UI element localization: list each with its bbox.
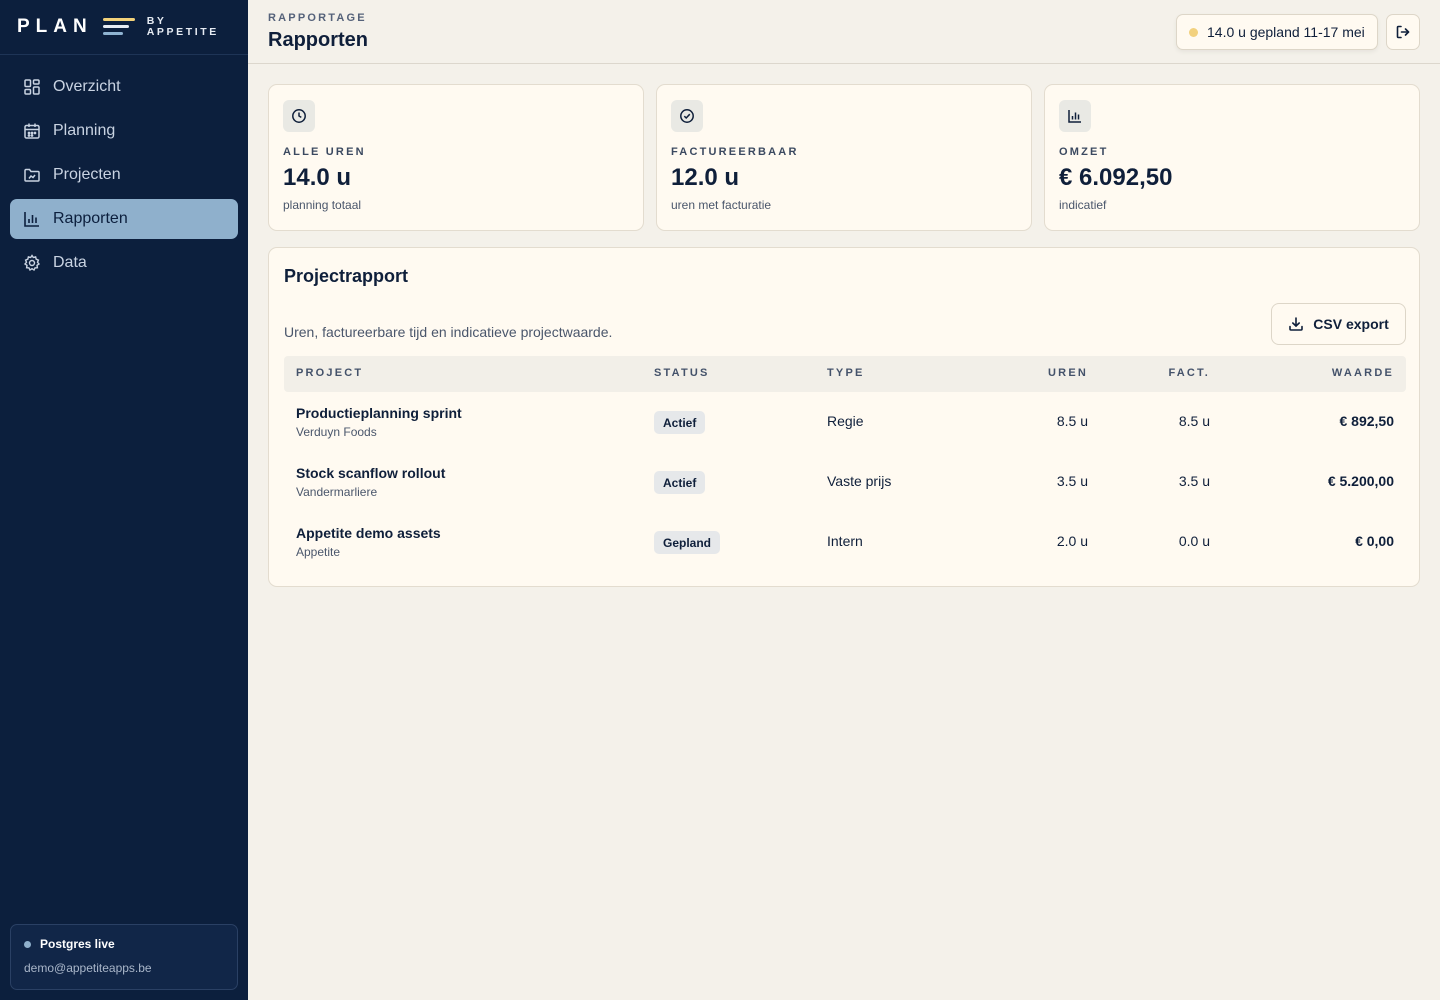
bar-chart-icon [23,210,41,228]
project-name: Stock scanflow rollout [296,465,446,481]
brand-by-line2: APPETITE [146,26,219,38]
stat-label: ALLE UREN [283,146,366,158]
column-header-waarde[interactable]: WAARDE [1332,367,1394,379]
sidebar-item-projecten[interactable]: Projecten [10,155,238,195]
gear-icon [23,254,41,272]
week-dot-icon [1189,27,1198,37]
stat-card-alle-uren: ALLE UREN 14.0 u planning totaal [268,84,644,231]
sidebar-item-overzicht[interactable]: Overzicht [10,67,238,107]
stat-sub: indicatief [1059,198,1107,212]
report-subtitle: Uren, factureerbare tijd en indicatieve … [284,324,613,340]
sidebar-nav: Overzicht Planning Projecten Rapporten D… [0,67,248,283]
project-billable-hours: 0.0 u [1178,533,1210,549]
table-row[interactable]: Productieplanning sprint Verduyn Foods A… [284,392,1406,452]
project-report-panel: Projectrapport Uren, factureerbare tijd … [268,247,1420,587]
project-client: Vandermarliere [296,485,378,499]
grid-icon [23,78,41,96]
project-billable-hours: 3.5 u [1178,473,1210,489]
project-client: Appetite [296,545,341,559]
sidebar-item-rapporten[interactable]: Rapporten [10,199,238,239]
project-client: Verduyn Foods [296,425,377,439]
logout-button[interactable] [1386,14,1420,50]
column-header-project[interactable]: PROJECT [296,367,363,379]
sidebar-item-label: Planning [53,122,116,139]
check-circle-icon [671,100,703,132]
calendar-icon [23,122,41,140]
table-row[interactable]: Appetite demo assets Appetite Gepland In… [284,512,1406,572]
project-value: € 5.200,00 [1327,473,1394,489]
sidebar: PLAN BY APPETITE Overzicht Planning Proj… [0,0,248,1000]
status-badge: Actief [654,411,706,434]
page-header: RAPPORTAGE Rapporten 14.0 u gepland 11-1… [248,0,1440,64]
project-hours: 8.5 u [1056,413,1088,429]
project-type: Intern [827,533,863,549]
stat-sub: uren met facturatie [671,198,772,212]
stat-label: OMZET [1059,146,1109,158]
project-name: Productieplanning sprint [296,405,462,421]
project-value: € 892,50 [1339,413,1395,429]
sidebar-item-label: Overzicht [53,78,121,95]
brand-by-text: BY APPETITE [147,16,219,38]
stat-label: FACTUREERBAAR [671,146,799,158]
table-header: PROJECT STATUS TYPE UREN FACT. WAARDE [284,356,1406,392]
sidebar-item-planning[interactable]: Planning [10,111,238,151]
column-header-status[interactable]: STATUS [654,367,710,379]
column-header-type[interactable]: TYPE [827,367,865,379]
status-dot-icon [24,940,31,948]
report-title: Projectrapport [284,266,409,286]
page-title: Rapporten [268,29,368,51]
brand-plan-text: PLAN [17,16,93,37]
sidebar-item-label: Rapporten [53,210,128,227]
stat-value: 12.0 u [671,164,740,191]
sidebar-item-label: Projecten [53,166,121,183]
project-type: Vaste prijs [827,473,892,489]
connection-status-card: Postgres live demo@appetiteapps.be [10,924,238,990]
brand-logo[interactable]: PLAN BY APPETITE [0,0,248,55]
week-summary-text: 14.0 u gepland 11-17 mei [1207,24,1365,40]
column-header-fact[interactable]: FACT. [1168,367,1210,379]
status-badge: Actief [654,471,706,494]
week-summary-pill[interactable]: 14.0 u gepland 11-17 mei [1176,14,1378,50]
sidebar-item-data[interactable]: Data [10,243,238,283]
csv-export-label: CSV export [1313,316,1389,332]
project-billable-hours: 8.5 u [1178,413,1210,429]
bar-chart-icon [1059,100,1091,132]
brand-lines-icon [102,16,135,38]
stat-value: € 6.092,50 [1059,164,1173,191]
stat-card-factureerbaar: FACTUREERBAAR 12.0 u uren met facturatie [656,84,1032,231]
table-row[interactable]: Stock scanflow rollout Vandermarliere Ac… [284,452,1406,512]
project-name: Appetite demo assets [296,525,441,541]
folder-icon [23,166,41,184]
breadcrumb: RAPPORTAGE [268,12,367,24]
clock-icon [283,100,315,132]
stat-card-omzet: OMZET € 6.092,50 indicatief [1044,84,1420,231]
column-header-uren[interactable]: UREN [1048,367,1088,379]
stat-value: 14.0 u [283,164,352,191]
user-email: demo@appetiteapps.be [24,961,152,975]
db-status-label: Postgres live [40,937,115,951]
status-badge: Gepland [654,531,721,554]
csv-export-button[interactable]: CSV export [1271,303,1406,345]
project-type: Regie [827,413,864,429]
sidebar-item-label: Data [53,254,87,271]
project-hours: 3.5 u [1056,473,1088,489]
logout-icon [1395,24,1411,40]
stat-sub: planning totaal [283,198,362,212]
download-icon [1288,316,1304,332]
project-hours: 2.0 u [1056,533,1088,549]
project-value: € 0,00 [1355,533,1394,549]
